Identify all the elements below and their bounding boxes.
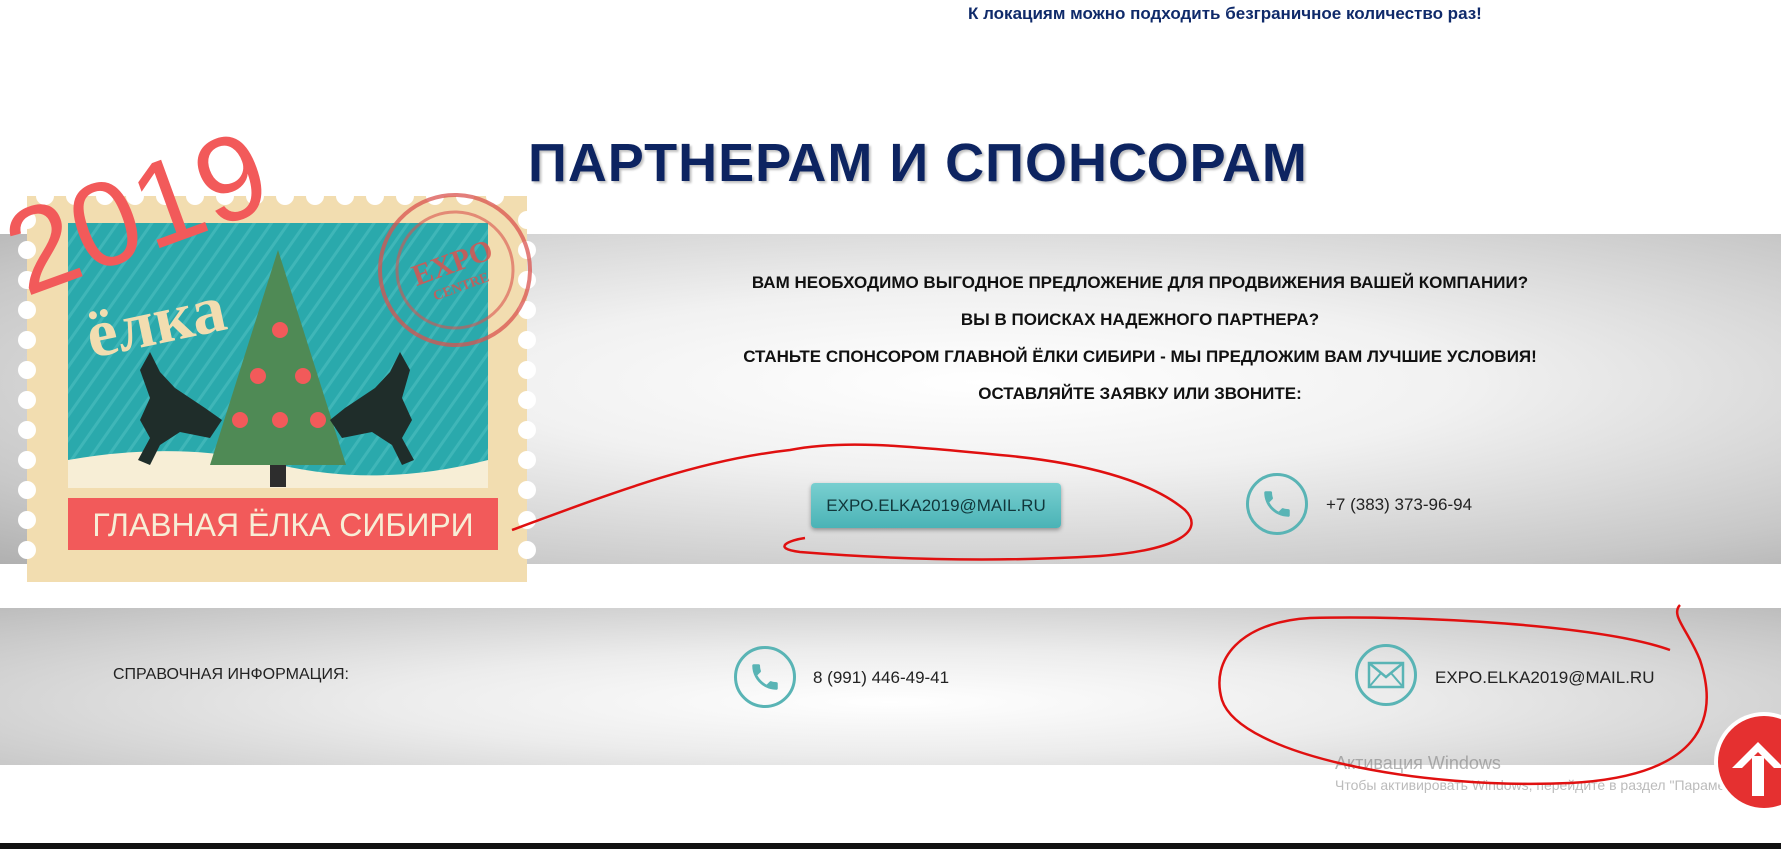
windows-activation-title: Активация Windows (1335, 753, 1501, 773)
info-email[interactable]: EXPO.ELKA2019@MAIL.RU (1435, 668, 1654, 688)
phone-icon[interactable] (1246, 473, 1308, 535)
mail-icon[interactable] (1355, 644, 1417, 706)
promo-line-4: ОСТАВЛЯЙТЕ ЗАЯВКУ ИЛИ ЗВОНИТЕ: (978, 384, 1302, 403)
arrow-up-icon (1732, 742, 1781, 796)
promo-line-1: ВАМ НЕОБХОДИМО ВЫГОДНОЕ ПРЕДЛОЖЕНИЕ ДЛЯ … (751, 273, 1529, 292)
promo-line-3: СТАНЬТЕ СПОНСОРОМ ГЛАВНОЙ ЁЛКИ СИБИРИ - … (743, 347, 1537, 366)
page-title: ПАРТНЕРАМ И СПОНСОРАМ (528, 133, 1308, 193)
scroll-to-top-button[interactable] (1718, 716, 1781, 808)
elka-stamp-logo: ёлка ГЛАВНАЯ ЁЛКА СИБИРИ EXPO CENTRE 201… (0, 120, 536, 582)
stamp-caption: ГЛАВНАЯ ЁЛКА СИБИРИ (92, 507, 473, 543)
bottom-divider (0, 843, 1781, 849)
phone-icon[interactable] (734, 646, 796, 708)
email-button[interactable]: EXPO.ELKA2019@MAIL.RU (811, 483, 1061, 528)
info-phone[interactable]: 8 (991) 446-49-41 (813, 668, 949, 688)
info-label: СПРАВОЧНАЯ ИНФОРМАЦИЯ: (113, 666, 349, 683)
promo-line-2: ВЫ В ПОИСКАХ НАДЕЖНОГО ПАРТНЕРА? (960, 310, 1320, 329)
top-note: К локациям можно подходить безграничное … (968, 4, 1482, 23)
windows-activation-subtitle: Чтобы активировать Windows, перейдите в … (1335, 777, 1732, 793)
partner-phone[interactable]: +7 (383) 373-96-94 (1326, 495, 1472, 515)
